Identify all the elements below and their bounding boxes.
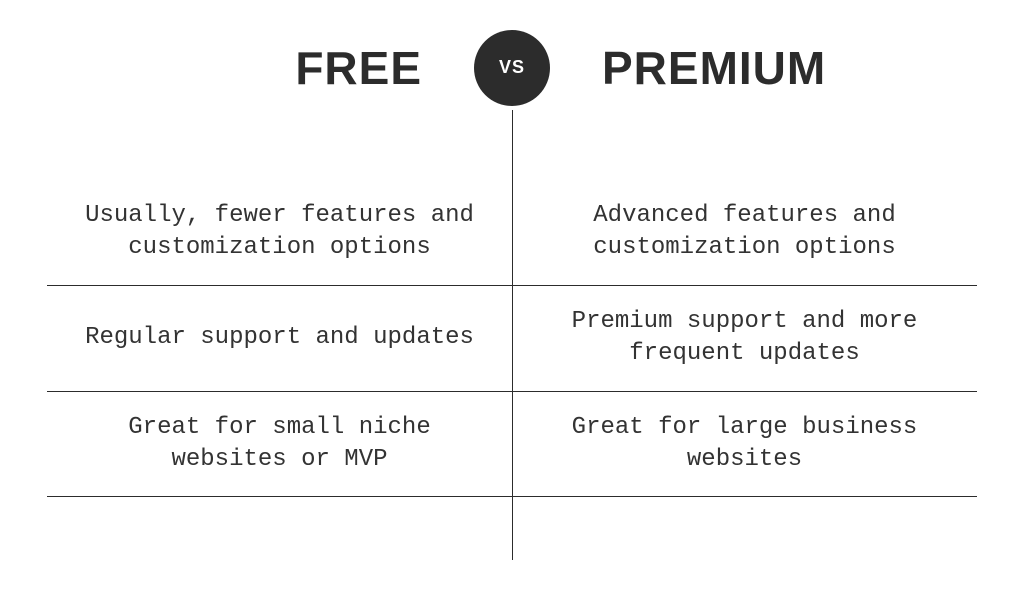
cell-premium: Advanced features and customization opti…	[512, 180, 977, 285]
comparison-diagram: FREE PREMIUM VS Usually, fewer features …	[0, 0, 1024, 613]
cell-free: Regular support and updates	[47, 286, 512, 391]
cell-free: Usually, fewer features and customizatio…	[47, 180, 512, 285]
cell-premium: Great for large business websites	[512, 392, 977, 497]
cell-premium: Premium support and more frequent update…	[512, 286, 977, 391]
vertical-divider	[512, 110, 513, 560]
vs-badge: VS	[474, 30, 550, 106]
title-premium: PREMIUM	[512, 41, 977, 95]
cell-free: Great for small niche websites or MVP	[47, 392, 512, 497]
comparison-table: Usually, fewer features and customizatio…	[47, 135, 977, 613]
title-free: FREE	[47, 41, 512, 95]
